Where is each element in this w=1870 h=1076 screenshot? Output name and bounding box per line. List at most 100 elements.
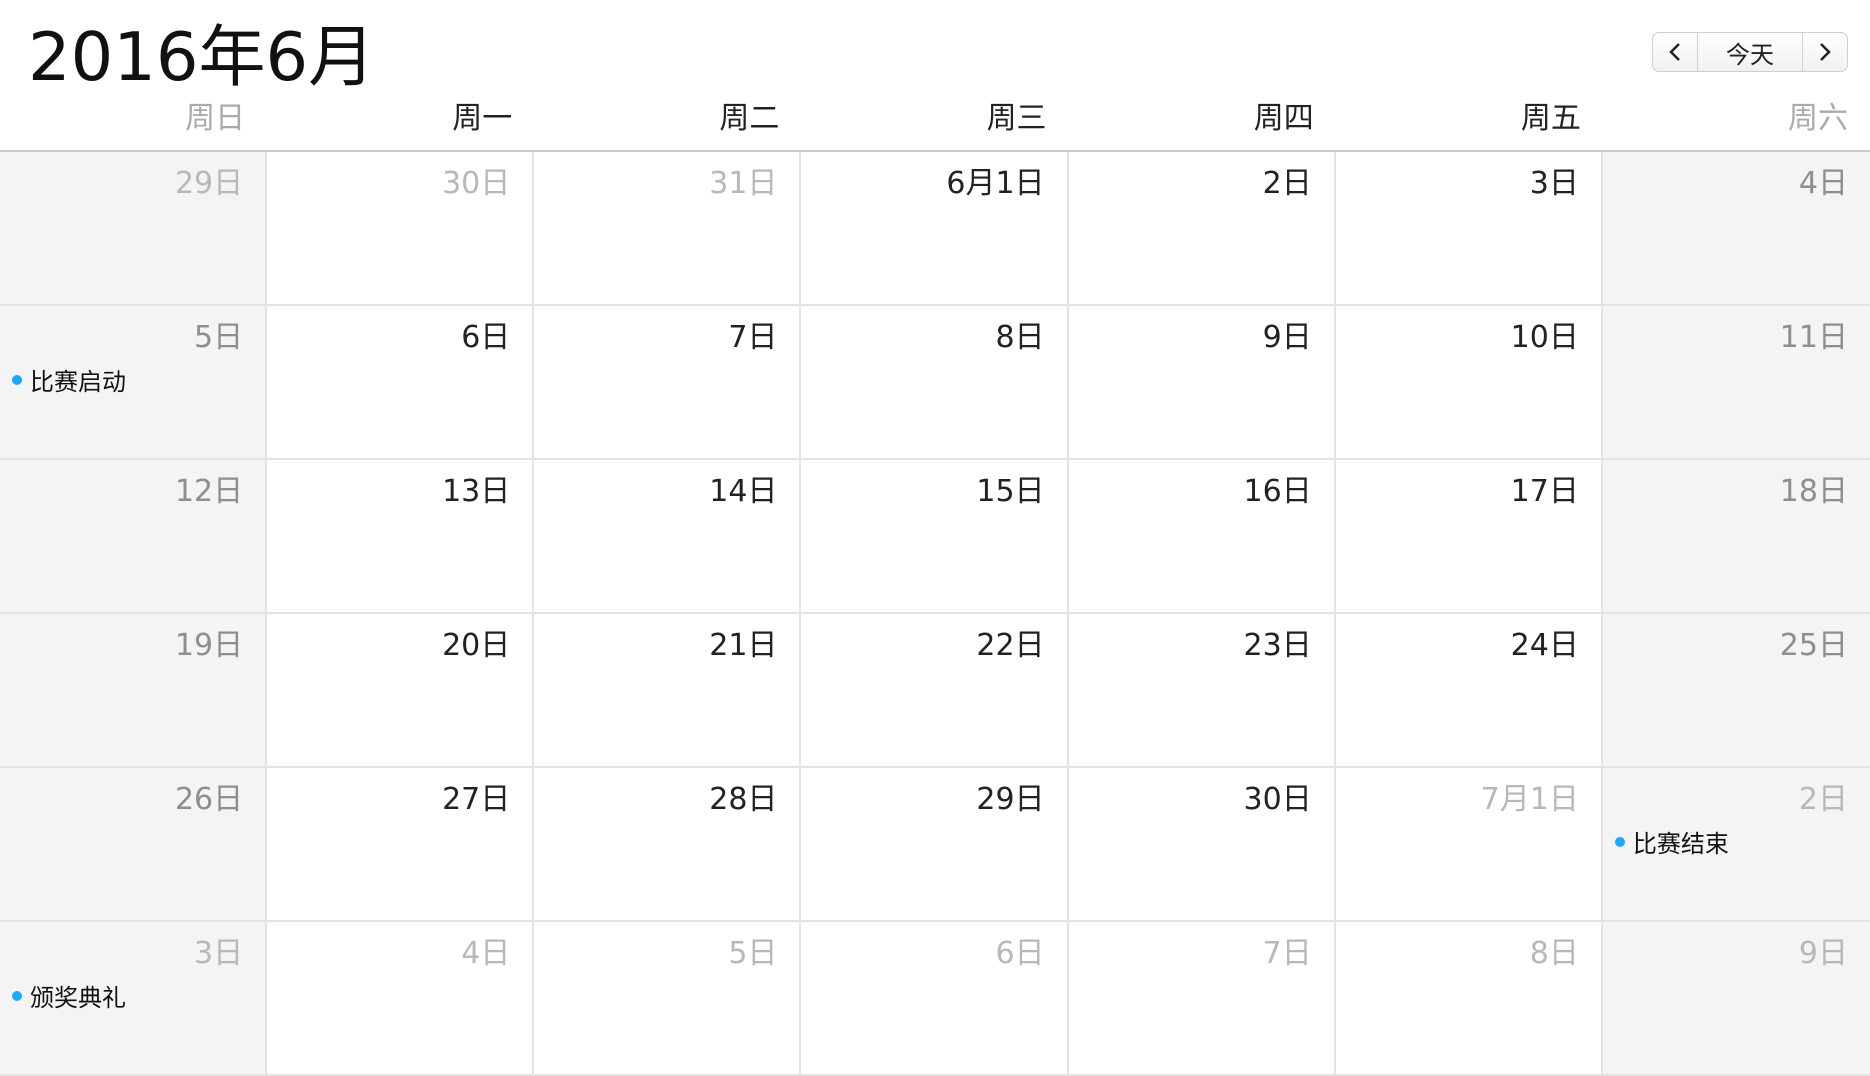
day-number: 13日 (442, 474, 511, 509)
calendar-event[interactable]: 颁奖典礼 (12, 978, 126, 1013)
day-cell[interactable]: 7日 (534, 306, 802, 460)
day-number: 11日 (1779, 320, 1848, 355)
day-cell[interactable]: 21日 (534, 614, 802, 768)
today-button[interactable]: 今天 (1698, 32, 1802, 72)
day-number: 21日 (709, 628, 778, 663)
day-number: 6日 (461, 320, 511, 355)
day-cell[interactable]: 14日 (534, 460, 802, 614)
day-cell[interactable]: 6月1日 (801, 152, 1069, 306)
day-number: 24日 (1510, 628, 1579, 663)
day-number: 26日 (174, 782, 244, 817)
day-cell[interactable]: 23日 (1068, 614, 1336, 768)
day-number: 8日 (1529, 936, 1579, 971)
weekday-label: 周五 (1520, 101, 1581, 136)
day-cell[interactable]: 30日 (1068, 768, 1336, 922)
day-number: 2日 (1262, 166, 1312, 201)
day-cell[interactable]: 6日 (267, 306, 535, 460)
day-number: 12日 (174, 474, 244, 509)
day-cell[interactable]: 7日 (1068, 922, 1336, 1076)
day-number: 23日 (1243, 628, 1312, 663)
day-number: 20日 (442, 628, 511, 663)
day-number: 22日 (976, 628, 1045, 663)
day-cell[interactable]: 13日 (267, 460, 535, 614)
day-number: 31日 (709, 166, 778, 201)
event-title: 比赛结束 (1632, 830, 1729, 858)
month-grid: 29日 30日 31日 6月1日 2日 3日 4日 5日 比赛启动 6日 7日 8日 9日 10日 11日 1… (0, 152, 1870, 1076)
day-number: 25日 (1779, 628, 1848, 663)
day-cell[interactable]: 2日 (1068, 152, 1336, 306)
day-cell[interactable]: 17日 (1335, 460, 1603, 614)
day-number: 27日 (442, 782, 511, 817)
day-cell[interactable]: 16日 (1068, 460, 1336, 614)
day-cell[interactable]: 15日 (801, 460, 1069, 614)
day-number: 7日 (728, 320, 778, 355)
day-cell[interactable]: 31日 (534, 152, 802, 306)
weekday-label: 周四 (1253, 101, 1314, 136)
day-cell[interactable]: 20日 (267, 614, 535, 768)
day-cell[interactable]: 6日 (801, 922, 1069, 1076)
day-cell[interactable]: 22日 (801, 614, 1069, 768)
day-number: 3日 (1529, 166, 1579, 201)
day-cell[interactable]: 29日 (0, 152, 268, 306)
next-month-button[interactable] (1802, 32, 1848, 72)
day-cell[interactable]: 3日颁奖典礼 (0, 922, 268, 1076)
day-cell[interactable]: 10日 (1335, 306, 1603, 460)
weekday-label: 周三 (986, 101, 1047, 136)
day-number: 6日 (995, 936, 1045, 971)
page-title: 2016年6月 (28, 18, 376, 96)
day-cell[interactable]: 7月1日 (1335, 768, 1603, 922)
day-cell[interactable]: 11日 (1602, 306, 1870, 460)
day-number: 7月1日 (1480, 782, 1579, 817)
event-title: 比赛启动 (30, 368, 126, 396)
day-cell[interactable]: 8日 (801, 306, 1069, 460)
day-cell[interactable]: 3日 (1335, 152, 1603, 306)
day-number: 4日 (461, 936, 511, 971)
day-number: 30日 (442, 166, 511, 201)
weekday-label: 周二 (719, 101, 780, 136)
day-cell[interactable]: 8日 (1335, 922, 1603, 1076)
day-number: 5日 (194, 320, 244, 355)
weekday-label: 周一 (452, 101, 513, 136)
day-number: 6月1日 (946, 166, 1045, 201)
day-cell[interactable]: 27日 (267, 768, 535, 922)
day-cell[interactable]: 9日 (1068, 306, 1336, 460)
event-dot-icon (12, 374, 22, 385)
day-number: 9日 (1262, 320, 1312, 355)
day-cell[interactable]: 9日 (1602, 922, 1870, 1076)
day-cell[interactable]: 26日 (0, 768, 268, 922)
event-title: 颁奖典礼 (30, 984, 126, 1012)
day-cell[interactable]: 28日 (534, 768, 802, 922)
day-number: 8日 (995, 320, 1045, 355)
day-number: 30日 (1243, 782, 1312, 817)
chevron-left-icon (1669, 43, 1680, 61)
calendar-event[interactable]: 比赛结束 (1614, 824, 1729, 859)
day-cell[interactable]: 2日比赛结束 (1602, 768, 1870, 922)
day-cell[interactable]: 25日 (1602, 614, 1870, 768)
day-number: 28日 (709, 782, 778, 817)
chevron-right-icon (1820, 43, 1831, 61)
day-cell[interactable]: 5日 (534, 922, 802, 1076)
day-cell[interactable]: 24日 (1335, 614, 1603, 768)
day-number: 5日 (728, 936, 778, 971)
day-number: 3日 (194, 936, 244, 971)
day-number: 29日 (976, 782, 1045, 817)
day-cell[interactable]: 4日 (1602, 152, 1870, 306)
day-cell[interactable]: 19日 (0, 614, 268, 768)
day-cell[interactable]: 30日 (267, 152, 535, 306)
day-number: 2日 (1798, 782, 1848, 817)
day-number: 18日 (1779, 474, 1848, 509)
day-number: 4日 (1798, 166, 1848, 201)
prev-month-button[interactable] (1652, 32, 1698, 72)
calendar-event[interactable]: 比赛启动 (12, 362, 126, 397)
day-cell[interactable]: 5日比赛启动 (0, 306, 268, 460)
day-cell[interactable]: 18日 (1602, 460, 1870, 614)
day-cell[interactable]: 29日 (801, 768, 1069, 922)
day-number: 9日 (1798, 936, 1848, 971)
day-number: 14日 (709, 474, 778, 509)
event-dot-icon (1614, 836, 1625, 847)
weekday-label: 周日 (185, 101, 246, 136)
day-number: 17日 (1510, 474, 1579, 509)
day-cell[interactable]: 12日 (0, 460, 268, 614)
day-cell[interactable]: 4日 (267, 922, 535, 1076)
day-number: 29日 (174, 166, 244, 201)
